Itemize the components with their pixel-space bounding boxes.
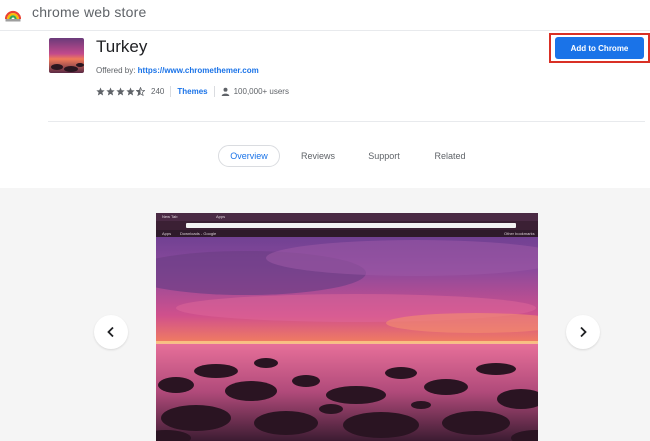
preview-omnibox [186, 223, 516, 228]
gallery-next-button[interactable] [566, 315, 600, 349]
theme-preview-screenshot: New Tab Apps Apps Downloads - Google Oth… [156, 213, 538, 441]
preview-bookmark: Downloads - Google [180, 231, 217, 236]
preview-tab-label: New Tab [162, 214, 178, 219]
tab-overview[interactable]: Overview [218, 145, 280, 167]
user-icon [221, 87, 229, 96]
meta-separator [213, 85, 215, 97]
store-title[interactable]: chrome web store [32, 4, 146, 20]
rating-stars[interactable] [96, 86, 146, 96]
star-full-icon [116, 86, 125, 95]
tab-related[interactable]: Related [425, 145, 475, 167]
star-full-icon [96, 86, 105, 95]
add-to-chrome-button[interactable]: Add to Chrome [555, 37, 644, 59]
top-divider [0, 30, 650, 31]
screenshot-gallery: New Tab Apps Apps Downloads - Google Oth… [0, 188, 650, 441]
preview-bookmark: Other bookmarks [504, 231, 535, 236]
star-full-icon [126, 86, 135, 95]
preview-tab-strip [156, 213, 538, 221]
item-meta: 240 Themes 100,000+ users [96, 85, 289, 97]
chevron-left-icon [107, 326, 114, 338]
chevron-right-icon [580, 326, 587, 338]
tab-reviews[interactable]: Reviews [293, 145, 343, 167]
detail-tabs: Overview Reviews Support Related [0, 145, 650, 167]
tab-support[interactable]: Support [359, 145, 409, 167]
preview-bookmark: Apps [162, 231, 172, 236]
star-half-icon [136, 86, 145, 96]
offered-by-link[interactable]: https://www.chromethemer.com [138, 66, 259, 75]
header-divider [48, 121, 645, 122]
theme-thumbnail-icon [49, 38, 84, 73]
offered-by-label: Offered by: [96, 66, 136, 75]
item-title: Turkey [96, 37, 148, 56]
chrome-web-store-rainbow-icon[interactable] [5, 6, 21, 22]
offered-by: Offered by: https://www.chromethemer.com [96, 66, 259, 75]
meta-separator [170, 85, 172, 97]
preview-tab-label: Apps [216, 214, 226, 219]
gallery-prev-button[interactable] [94, 315, 128, 349]
category-link[interactable]: Themes [177, 87, 207, 96]
star-full-icon [106, 86, 115, 95]
sunset-landscape-image [156, 213, 538, 441]
user-count: 100,000+ users [233, 86, 289, 96]
rating-count[interactable]: 240 [151, 87, 164, 96]
store-header: chrome web store [0, 0, 650, 28]
